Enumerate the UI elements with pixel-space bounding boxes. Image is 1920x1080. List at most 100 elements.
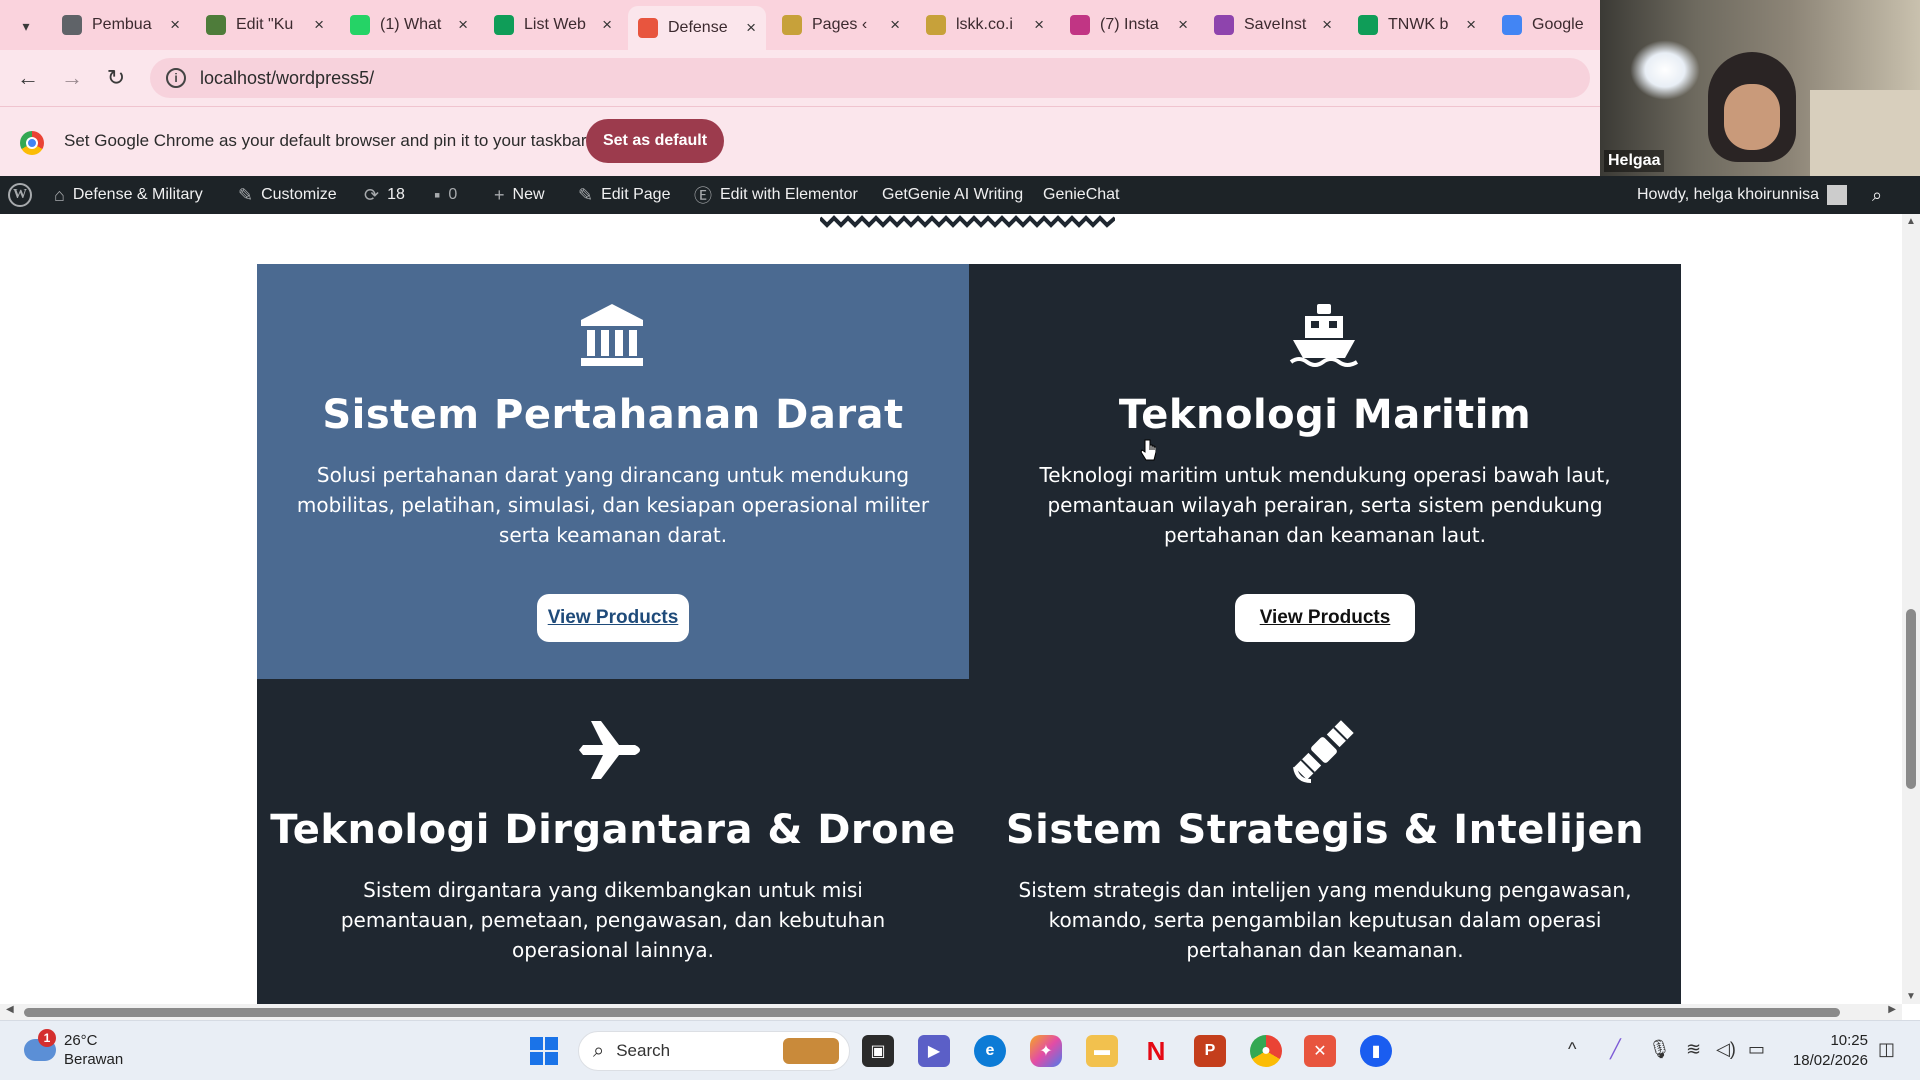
card-title: Teknologi Maritim — [1118, 392, 1532, 438]
netflix-icon[interactable]: N — [1140, 1035, 1172, 1067]
wp-comments[interactable]: ▪ 0 — [434, 176, 457, 214]
browser-tab[interactable]: SaveInst × — [1204, 8, 1342, 42]
close-tab-icon[interactable]: × — [1034, 15, 1044, 35]
forward-arrow-icon[interactable]: → — [58, 64, 86, 92]
tab-favicon-icon — [206, 15, 226, 35]
wp-updates[interactable]: ⟳ 18 — [364, 176, 405, 214]
tab-title: SaveInst — [1244, 16, 1307, 33]
browser-tab[interactable]: (1) What × — [340, 8, 478, 42]
copilot-icon[interactable]: ✦ — [1030, 1035, 1062, 1067]
clock[interactable]: 10:25 18/02/2026 — [1793, 1031, 1868, 1071]
close-tab-icon[interactable]: × — [746, 18, 756, 38]
tab-title: Edit "Ku — [236, 16, 294, 33]
hand-cursor-icon — [1140, 439, 1156, 461]
infobar-message: Set Google Chrome as your default browse… — [64, 131, 587, 150]
back-arrow-icon[interactable]: ← — [14, 64, 42, 92]
card-description: Sistem dirgantara yang dikembangkan untu… — [340, 878, 886, 962]
wp-edit-page[interactable]: ✎ Edit Page — [578, 176, 670, 214]
horizontal-scrollbar[interactable]: ◀ ▶ — [0, 1004, 1902, 1020]
wp-new[interactable]: + New — [494, 176, 545, 214]
close-tab-icon[interactable]: × — [1322, 15, 1332, 35]
wp-customize[interactable]: ✎ Customize — [238, 176, 337, 214]
tab-title: Defense — [668, 19, 728, 36]
site-info-icon[interactable]: i — [166, 68, 186, 88]
card-title: Sistem Pertahanan Darat — [322, 392, 904, 438]
wifi-icon[interactable]: ≋ — [1686, 1039, 1701, 1060]
vertical-scrollbar[interactable]: ▲ ▼ — [1902, 214, 1920, 1004]
new-label: New — [512, 186, 545, 203]
chrome-icon[interactable]: ● — [1250, 1035, 1282, 1067]
view-products-button[interactable]: View Products — [1235, 594, 1415, 642]
horizontal-scroll-thumb[interactable] — [24, 1008, 1840, 1017]
url-text: localhost/wordpress5/ — [200, 67, 375, 88]
zoom-icon[interactable]: ▮ — [1360, 1035, 1392, 1067]
browser-tab[interactable]: (7) Insta × — [1060, 8, 1198, 42]
windows-start-icon[interactable] — [528, 1035, 560, 1067]
browser-tab[interactable]: TNWK b × — [1348, 8, 1486, 42]
browser-tab-strip: ▾ Pembua × Edit "Ku × (1) What × List Web × Defe… — [0, 0, 1600, 50]
close-tab-icon[interactable]: × — [1466, 15, 1476, 35]
browser-tab[interactable]: Pages ‹ × — [772, 8, 910, 42]
notifications-icon[interactable]: ◫ — [1878, 1039, 1895, 1060]
wp-getgenie[interactable]: GetGenie AI Writing — [882, 176, 1023, 214]
geniechat-label: GenieChat — [1043, 186, 1120, 203]
webcam-background — [1810, 90, 1920, 178]
volume-icon[interactable]: ◁) — [1716, 1039, 1736, 1060]
scroll-left-icon[interactable]: ◀ — [6, 1004, 14, 1015]
close-tab-icon[interactable]: × — [314, 15, 324, 35]
reload-icon[interactable]: ↻ — [102, 64, 130, 92]
xampp-icon[interactable]: ✕ — [1304, 1035, 1336, 1067]
updates-count: 18 — [387, 186, 405, 203]
scroll-right-icon[interactable]: ▶ — [1888, 1004, 1896, 1015]
battery-icon[interactable]: ▭ — [1748, 1039, 1765, 1060]
edge-icon[interactable]: e — [974, 1035, 1006, 1067]
browser-tab[interactable]: Edit "Ku × — [196, 8, 334, 42]
address-bar[interactable]: i localhost/wordpress5/ — [150, 58, 1590, 98]
card-teknologi-maritim: Teknologi Maritim Teknologi maritim untu… — [969, 264, 1681, 679]
close-tab-icon[interactable]: × — [602, 15, 612, 35]
set-as-default-button[interactable]: Set as default — [586, 119, 724, 163]
close-tab-icon[interactable]: × — [458, 15, 468, 35]
pen-icon[interactable]: ╱ — [1610, 1039, 1621, 1060]
view-products-button[interactable]: View Products — [537, 594, 689, 642]
weather-description: Berawan — [64, 1051, 124, 1068]
close-tab-icon[interactable]: × — [1178, 15, 1188, 35]
scroll-down-icon[interactable]: ▼ — [1906, 991, 1916, 1002]
wp-my-account[interactable]: Howdy, helga khoirunnisa — [1637, 176, 1848, 214]
webcam-light — [1630, 40, 1700, 100]
tab-search-dropdown-icon[interactable]: ▾ — [12, 12, 40, 40]
browser-tab[interactable]: Defense × — [628, 6, 766, 50]
wp-geniechat[interactable]: GenieChat — [1043, 176, 1120, 214]
browser-tab[interactable]: List Web × — [484, 8, 622, 42]
browser-tab[interactable]: lskk.co.i × — [916, 8, 1054, 42]
task-view-icon[interactable]: ▣ — [862, 1035, 894, 1067]
microphone-icon[interactable]: 🎙 — [1648, 1039, 1671, 1060]
tab-title: (1) What — [380, 16, 442, 33]
clock-date: 18/02/2026 — [1792, 1052, 1868, 1069]
chrome-logo-icon — [20, 131, 44, 155]
close-tab-icon[interactable]: × — [170, 15, 180, 35]
wp-edit-elementor[interactable]: Ⓔ Edit with Elementor — [694, 176, 858, 214]
teams-chat-icon[interactable]: ▶ — [918, 1035, 950, 1067]
wp-site-name[interactable]: ⌂ Defense & Military — [54, 176, 203, 214]
close-tab-icon[interactable]: × — [890, 15, 900, 35]
page-content: Sistem Pertahanan Darat Solusi pertahana… — [0, 214, 1902, 1004]
tray-chevron-up-icon[interactable]: ^ — [1568, 1039, 1576, 1060]
plane-icon — [579, 721, 640, 779]
vertical-scroll-thumb[interactable] — [1906, 609, 1916, 789]
tab-favicon-icon — [782, 15, 802, 35]
card-teknologi-dirgantara-drone: Teknologi Dirgantara & Drone Sistem dirg… — [257, 679, 969, 1004]
powerpoint-icon[interactable]: P — [1194, 1035, 1226, 1067]
taskbar-search[interactable]: ⌕ Search — [578, 1031, 850, 1071]
landmark-icon — [581, 304, 643, 366]
wp-search-icon[interactable]: ⌕ — [1872, 176, 1882, 214]
weather-widget[interactable]: 1 26°C Berawan — [24, 1029, 124, 1069]
windows-taskbar: 1 26°C Berawan ⌕ Search ▣ ▶ e ✦ ▬ N P ● … — [0, 1020, 1920, 1080]
comments-count: 0 — [448, 186, 458, 203]
wp-admin-bar: W ⌂ Defense & Military ✎ Customize ⟳ 18 … — [0, 176, 1920, 214]
wordpress-logo-icon[interactable]: W — [8, 183, 32, 207]
file-explorer-icon[interactable]: ▬ — [1086, 1035, 1118, 1067]
scroll-up-icon[interactable]: ▲ — [1906, 216, 1916, 227]
browser-tab[interactable]: Pembua × — [52, 8, 190, 42]
dashboard-icon: ⌂ — [54, 184, 65, 205]
